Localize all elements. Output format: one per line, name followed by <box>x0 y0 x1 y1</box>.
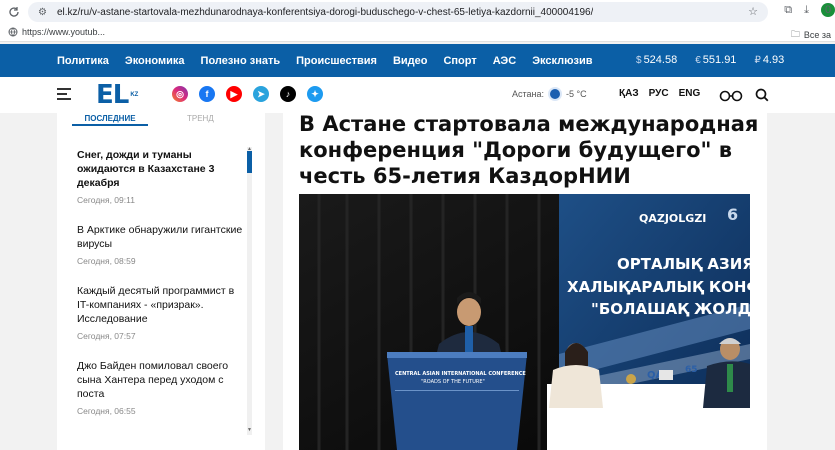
dollar-icon: $ <box>636 54 642 66</box>
rate-usd-value: 524.58 <box>643 54 678 66</box>
sidebar-tabs: ПОСЛЕДНИЕ ТРЕНД <box>57 113 265 127</box>
logo-text: EL <box>96 80 129 110</box>
lang-kaz[interactable]: ҚАЗ <box>619 88 639 99</box>
globe-icon <box>8 27 18 37</box>
news-item[interactable]: Каждый десятый программист в IT-компания… <box>77 284 245 341</box>
sidebar-scrollbar[interactable] <box>247 147 252 435</box>
news-time: Сегодня, 08:59 <box>77 256 136 266</box>
ruble-icon: ₽ <box>754 54 761 66</box>
article-photo[interactable]: QAZJOLGZI ОРТАЛЫҚ АЗИЯ ХАЛЫҚАРАЛЫҚ КОНФЕ… <box>299 194 750 450</box>
hamburger-menu-icon[interactable] <box>57 88 71 103</box>
moon-icon <box>550 89 561 99</box>
weather-widget: Астана: -5 °C <box>512 89 587 99</box>
logo-suffix: KZ <box>130 92 139 98</box>
sidebar-scrollbar-thumb[interactable] <box>247 151 252 173</box>
news-title[interactable]: В Арктике обнаружили гигантские вирусы <box>77 223 245 251</box>
lang-eng[interactable]: ENG <box>679 88 701 99</box>
nav-item-exclusive[interactable]: Эксклюзив <box>532 55 592 67</box>
lang-rus[interactable]: РУС <box>649 88 669 99</box>
banner-line-1: ОРТАЛЫҚ АЗИЯ <box>617 255 750 273</box>
profile-avatar[interactable]: 0 <box>821 3 835 17</box>
banner-anniversary-mark: 6 <box>727 205 738 224</box>
youtube-icon[interactable]: ▶ <box>226 86 242 102</box>
address-bar[interactable]: ⚙ el.kz/ru/v-astane-startovala-mezhdunar… <box>28 2 768 22</box>
downloads-icon[interactable]: ⤓ <box>804 4 809 17</box>
banner-line-3: "БОЛАШАҚ ЖОЛДА <box>591 300 750 318</box>
site-logo[interactable]: EL KZ <box>96 80 139 110</box>
banner-line-2: ХАЛЫҚАРАЛЫҚ КОНФЕ <box>567 278 750 296</box>
tab-trend[interactable]: ТРЕНД <box>187 114 214 123</box>
bookmarks-all-folder[interactable]: 🗀 Все за <box>791 27 831 43</box>
news-title[interactable]: Снег, дожди и туманы ожидаются в Казахст… <box>77 148 245 190</box>
tiktok-icon[interactable]: ♪ <box>280 86 296 102</box>
banner-brand: QAZJOLGZI <box>639 212 706 225</box>
twitter-icon[interactable]: ✦ <box>307 86 323 102</box>
news-title[interactable]: Каждый десятый программист в IT-компания… <box>77 284 245 326</box>
bookmarks-bar: https://www.youtub... 🗀 Все за <box>0 24 835 42</box>
news-item[interactable]: Снег, дожди и туманы ожидаются в Казахст… <box>77 148 245 205</box>
nav-item-economy[interactable]: Экономика <box>125 55 185 67</box>
table-number: 65 <box>685 365 698 375</box>
tab-latest[interactable]: ПОСЛЕДНИЕ <box>72 114 148 126</box>
euro-icon: € <box>695 54 701 66</box>
weather-temp: -5 °C <box>566 89 587 99</box>
scroll-down-arrow-icon[interactable]: ▼ <box>247 427 252 433</box>
scroll-up-arrow-icon[interactable]: ▲ <box>247 146 252 152</box>
instagram-icon[interactable]: ◎ <box>172 86 188 102</box>
browser-reload-icon[interactable] <box>6 4 22 20</box>
site-header: EL KZ ◎ f ▶ ➤ ♪ ✦ Астана: -5 °C ҚАЗ РУС … <box>0 77 835 113</box>
bookmark-star-icon[interactable]: ☆ <box>748 5 758 18</box>
extensions-icon[interactable]: ⧉ <box>784 4 792 17</box>
browser-toolbar: ⚙ el.kz/ru/v-astane-startovala-mezhdunar… <box>0 0 835 24</box>
social-links: ◎ f ▶ ➤ ♪ ✦ <box>172 86 323 102</box>
article: В Астане стартовала международная конфер… <box>283 112 767 450</box>
nav-item-useful[interactable]: Полезно знать <box>201 55 281 67</box>
nav-item-politics[interactable]: Политика <box>57 55 109 67</box>
site-info-icon[interactable]: ⚙ <box>38 7 47 18</box>
news-sidebar: ПОСЛЕДНИЕ ТРЕНД Снег, дожди и туманы ожи… <box>57 113 265 450</box>
news-time: Сегодня, 07:57 <box>77 331 136 341</box>
news-item[interactable]: В Арктике обнаружили гигантские вирусы С… <box>77 223 245 266</box>
currency-rates: $524.58 €551.91 ₽4.93 <box>636 54 784 66</box>
language-switcher: ҚАЗ РУС ENG <box>619 88 700 99</box>
news-list: Снег, дожди и туманы ожидаются в Казахст… <box>77 148 245 430</box>
article-headline: В Астане стартовала международная конфер… <box>299 112 759 188</box>
search-icon[interactable] <box>755 88 769 102</box>
facebook-icon[interactable]: f <box>199 86 215 102</box>
rate-eur: €551.91 <box>695 54 736 66</box>
nav-item-npp[interactable]: АЭС <box>493 55 516 67</box>
rate-eur-value: 551.91 <box>702 54 737 66</box>
rate-rub: ₽4.93 <box>754 54 784 66</box>
section-nav: Политика Экономика Полезно знать Происше… <box>57 55 609 67</box>
nav-item-incidents[interactable]: Происшествия <box>296 55 377 67</box>
site-top-nav: Политика Экономика Полезно знать Происше… <box>0 44 835 77</box>
nav-item-video[interactable]: Видео <box>393 55 428 67</box>
address-bar-url: el.kz/ru/v-astane-startovala-mezhdunarod… <box>56 6 594 18</box>
telegram-icon[interactable]: ➤ <box>253 86 269 102</box>
bookmarks-all-label: Все за <box>803 30 831 40</box>
rate-usd: $524.58 <box>636 54 677 66</box>
nav-item-sport[interactable]: Спорт <box>443 55 476 67</box>
folder-icon: 🗀 <box>790 29 800 39</box>
accessibility-glasses-icon[interactable] <box>719 90 743 102</box>
news-time: Сегодня, 09:11 <box>77 195 135 205</box>
news-item[interactable]: Джо Байден помиловал своего сына Хантера… <box>77 359 245 416</box>
news-title[interactable]: Джо Байден помиловал своего сына Хантера… <box>77 359 245 401</box>
news-time: Сегодня, 06:55 <box>77 406 136 416</box>
bookmark-youtube[interactable]: https://www.youtub... <box>8 27 105 37</box>
podium-line-2: "ROADS OF THE FUTURE" <box>421 379 485 385</box>
weather-city: Астана: <box>512 89 545 99</box>
rate-rub-value: 4.93 <box>762 54 785 66</box>
bookmark-youtube-label: https://www.youtub... <box>22 27 106 37</box>
podium-line-1: CENTRAL ASIAN INTERNATIONAL CONFERENCE <box>395 371 526 377</box>
